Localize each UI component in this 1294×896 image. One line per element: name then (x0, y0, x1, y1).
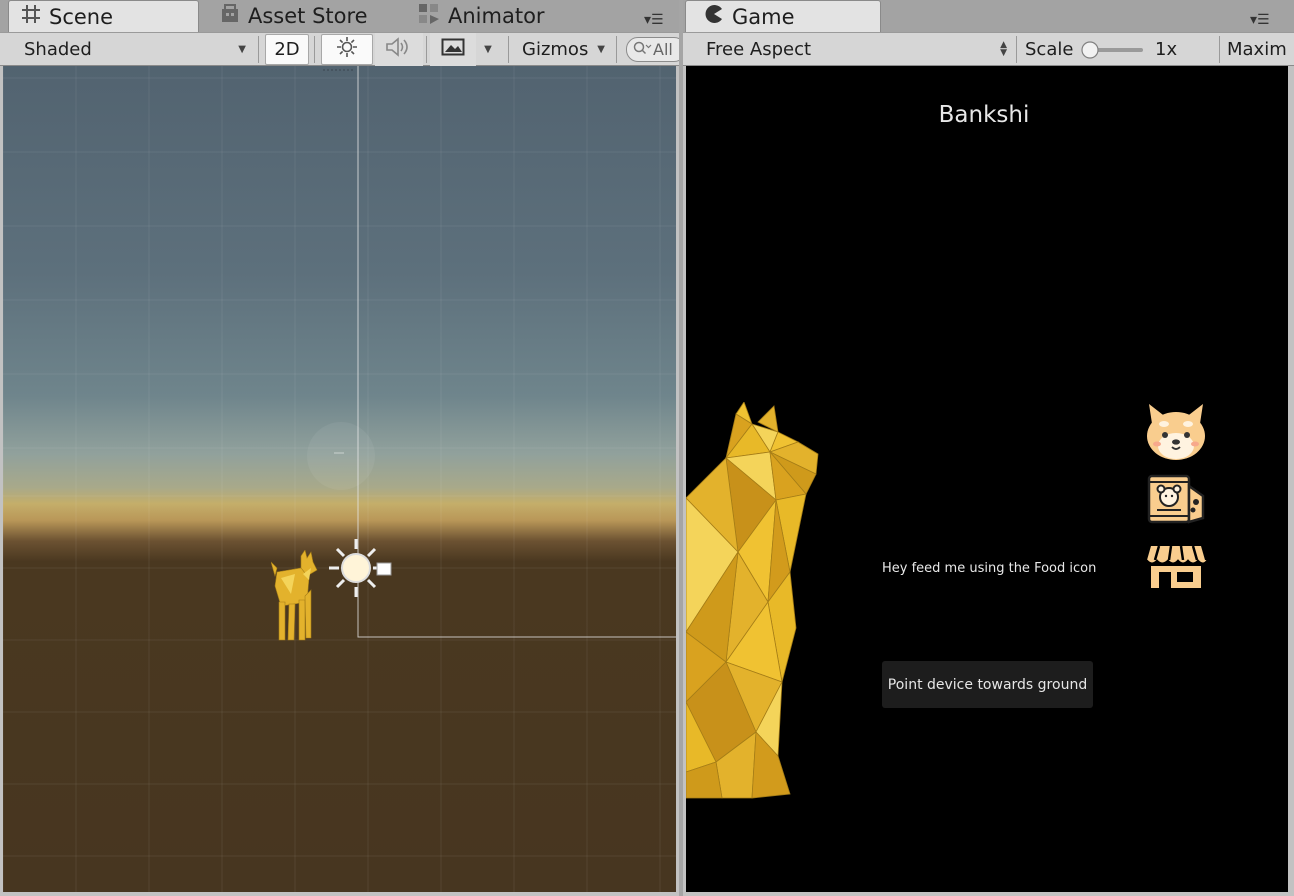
tab-scene-label: Scene (49, 4, 114, 29)
search-placeholder: All (653, 40, 673, 59)
feed-message: Hey feed me using the Food icon (882, 561, 1097, 576)
shading-mode-label: Shaded (24, 39, 92, 60)
aspect-dropdown[interactable]: Free Aspect ▲ ▼ (695, 33, 1015, 66)
pet-name-title: Bankshi (938, 102, 1030, 128)
image-icon (441, 37, 465, 62)
game-panel: Game ▾☰ Free Aspect ▲ ▼ Scale 1x Maxim Ba… (683, 0, 1294, 896)
audio-toggle-button[interactable] (375, 33, 423, 66)
scene-tab-bar: Scene Asset Store Animator ▾☰ (0, 0, 679, 32)
maximize-on-play-button[interactable]: Maxim (1227, 33, 1294, 66)
tab-scene[interactable]: Scene (8, 0, 199, 32)
speaker-icon (385, 36, 413, 63)
lighting-toggle-button[interactable] (321, 34, 373, 65)
ground-prompt-text: Point device towards ground (887, 676, 1088, 693)
hierarchy-search-input[interactable]: All (626, 37, 679, 62)
updown-arrow-icon: ▲ ▼ (1000, 40, 1007, 58)
tab-game-label: Game (732, 4, 795, 29)
maximize-label: Maxim (1227, 39, 1287, 60)
shiba-face-icon[interactable] (1145, 402, 1207, 462)
shading-mode-dropdown[interactable]: Shaded ▼ (12, 33, 252, 66)
shop-icon[interactable] (1145, 542, 1207, 592)
scene-toolbar: Shaded ▼ 2D ▼ Gizmos ▼ All (0, 32, 679, 66)
scene-grid (3, 66, 676, 892)
dog-model-small[interactable] (271, 550, 319, 642)
scale-value: 1x (1155, 39, 1178, 60)
2d-toggle-label: 2D (274, 39, 300, 60)
effects-dropdown[interactable]: ▼ (478, 33, 498, 66)
scene-viewport[interactable] (3, 66, 676, 892)
sun-icon (336, 36, 358, 63)
dropdown-arrow-icon: ▼ (238, 44, 246, 55)
store-icon (220, 3, 240, 29)
ground-prompt-box: Point device towards ground (882, 661, 1093, 708)
panel-menu-icon[interactable]: ▾☰ (1250, 12, 1270, 28)
animator-icon (418, 3, 440, 30)
game-viewport[interactable]: Bankshi Hey feed me using the Food icon … (686, 66, 1288, 892)
dropdown-arrow-icon: ▼ (484, 44, 492, 55)
game-toolbar: Free Aspect ▲ ▼ Scale 1x Maxim (683, 32, 1294, 66)
dog-model-large[interactable] (686, 402, 826, 802)
pacman-icon (704, 4, 724, 29)
search-icon (633, 40, 653, 60)
scale-label: Scale (1025, 39, 1074, 60)
dropdown-arrow-icon: ▼ (597, 44, 605, 55)
aspect-label: Free Aspect (706, 39, 812, 60)
food-bag-icon[interactable] (1145, 472, 1207, 526)
gizmos-label: Gizmos (522, 39, 589, 60)
tab-animator[interactable]: Animator (418, 0, 545, 32)
gizmos-dropdown[interactable]: Gizmos ▼ (513, 33, 611, 66)
2d-toggle-button[interactable]: 2D (265, 34, 309, 65)
panel-menu-icon[interactable]: ▾☰ (644, 12, 664, 28)
effects-toggle-button[interactable] (430, 33, 476, 66)
directional-light-gizmo[interactable] (325, 537, 395, 599)
grid-icon (21, 4, 41, 29)
game-tab-bar: Game ▾☰ (683, 0, 1294, 32)
scene-panel: Scene Asset Store Animator ▾☰ Shaded ▼ 2… (0, 0, 679, 896)
tab-game[interactable]: Game (685, 0, 881, 32)
scale-slider[interactable] (1080, 33, 1145, 66)
tab-animator-label: Animator (448, 4, 545, 28)
tab-asset-store-label: Asset Store (248, 4, 368, 28)
tab-asset-store[interactable]: Asset Store (220, 0, 368, 32)
